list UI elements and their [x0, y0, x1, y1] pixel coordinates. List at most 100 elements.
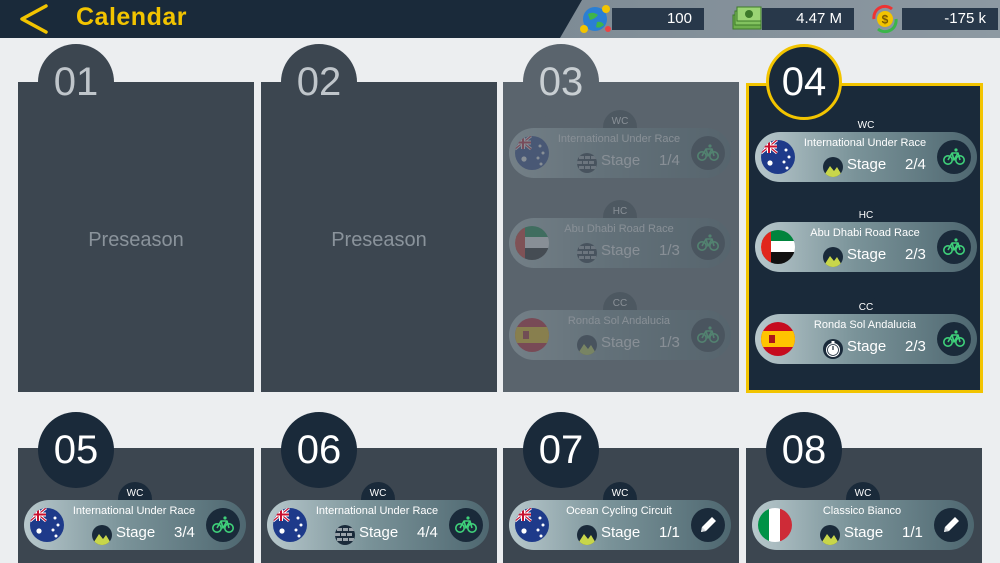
week-number: 01 [38, 44, 114, 120]
race-button[interactable] [206, 508, 240, 542]
cobbles-icon [577, 153, 597, 173]
race-name: International Under Race [803, 137, 927, 149]
race-name: International Under Race [72, 505, 196, 517]
stage-number: 1/3 [659, 334, 680, 351]
stage-label: Stage [359, 524, 399, 541]
week-number: 07 [523, 412, 599, 488]
fans-value: 100 [612, 8, 704, 30]
stage-number: 1/1 [659, 524, 680, 541]
uae-flag-icon [761, 230, 795, 264]
svg-text:$: $ [882, 13, 889, 27]
stopwatch-icon [823, 339, 843, 359]
race-name: Ronda Sol Andalucia [567, 315, 671, 327]
mountain-icon [577, 525, 597, 545]
spain-flag-icon [761, 322, 795, 356]
week-number: 03 [523, 44, 599, 120]
australia-flag-icon [515, 508, 549, 542]
stage-number: 3/4 [174, 524, 195, 541]
money-stack-icon [732, 6, 762, 30]
race-button[interactable] [937, 140, 971, 174]
race-name: Classico Bianco [822, 505, 902, 517]
stage-label: Stage [847, 338, 887, 355]
chevron-left-icon [20, 4, 48, 34]
race-name: International Under Race [557, 133, 681, 145]
stage-number: 2/3 [905, 338, 926, 355]
stage-label: Stage [847, 156, 887, 173]
stage-label: Stage [116, 524, 156, 541]
edit-button[interactable] [934, 508, 968, 542]
week-card-01[interactable]: Preseason [18, 82, 254, 392]
mountain-icon [577, 335, 597, 355]
week-card-03[interactable]: WC International Under Race Stage 1/4 HC… [503, 82, 739, 392]
stage-label: Stage [601, 334, 641, 351]
fans-globe-icon [580, 5, 611, 33]
page-title: Calendar [76, 3, 187, 31]
race-pill[interactable]: Abu Dhabi Road Race Stage 1/3 [509, 218, 731, 268]
cobbles-icon [577, 243, 597, 263]
race-button[interactable] [937, 230, 971, 264]
back-button[interactable] [16, 4, 50, 34]
race-pill[interactable]: Abu Dhabi Road Race Stage 2/3 [755, 222, 977, 272]
race-button[interactable] [691, 136, 725, 170]
week-card-04[interactable]: WC International Under Race Stage 2/4 HC… [746, 83, 983, 393]
stage-number: 4/4 [417, 524, 438, 541]
stage-label: Stage [601, 152, 641, 169]
italy-flag-icon [758, 508, 792, 542]
race-pill[interactable]: Ocean Cycling Circuit Stage 1/1 [509, 500, 731, 550]
race-pill[interactable]: International Under Race Stage 4/4 [267, 500, 489, 550]
australia-flag-icon [761, 140, 795, 174]
week-number: 08 [766, 412, 842, 488]
week-number: 04 [766, 44, 842, 120]
australia-flag-icon [30, 508, 64, 542]
stage-number: 1/3 [659, 242, 680, 259]
bike-icon [943, 330, 965, 347]
race-name: Ocean Cycling Circuit [566, 505, 672, 517]
stage-number: 2/4 [905, 156, 926, 173]
race-button[interactable] [691, 318, 725, 352]
mountain-icon [823, 157, 843, 177]
mountain-icon [823, 247, 843, 267]
week-card-02[interactable]: Preseason [261, 82, 497, 392]
stage-label: Stage [844, 524, 884, 541]
bike-icon [455, 516, 477, 533]
stage-number: 1/4 [659, 152, 680, 169]
race-pill[interactable]: International Under Race Stage 2/4 [755, 132, 977, 182]
stage-number: 1/1 [902, 524, 923, 541]
race-button[interactable] [449, 508, 483, 542]
edit-icon [701, 517, 716, 532]
race-pill[interactable]: International Under Race Stage 3/4 [24, 500, 246, 550]
stage-label: Stage [601, 242, 641, 259]
race-pill[interactable]: Ronda Sol Andalucia Stage 1/3 [509, 310, 731, 360]
bike-icon [697, 144, 719, 161]
race-name: Abu Dhabi Road Race [564, 223, 674, 235]
bike-icon [697, 326, 719, 343]
stage-label: Stage [601, 524, 641, 541]
balance-coin-icon: $ [872, 4, 898, 34]
edit-button[interactable] [691, 508, 725, 542]
balance-value: -175 k [902, 8, 998, 30]
race-pill[interactable]: Classico Bianco Stage 1/1 [752, 500, 974, 550]
race-pill[interactable]: Ronda Sol Andalucia Stage 2/3 [755, 314, 977, 364]
mountain-icon [820, 525, 840, 545]
edit-icon [944, 517, 959, 532]
race-name: International Under Race [315, 505, 439, 517]
week-number: 05 [38, 412, 114, 488]
stage-label: Stage [847, 246, 887, 263]
race-button[interactable] [937, 322, 971, 356]
race-name: Ronda Sol Andalucia [813, 319, 917, 331]
preseason-label: Preseason [88, 229, 184, 251]
bike-icon [697, 234, 719, 251]
bike-icon [943, 238, 965, 255]
bike-icon [943, 148, 965, 165]
money-value: 4.47 M [762, 8, 854, 30]
race-name: Abu Dhabi Road Race [810, 227, 920, 239]
week-number: 02 [281, 44, 357, 120]
stage-number: 2/3 [905, 246, 926, 263]
australia-flag-icon [273, 508, 307, 542]
race-button[interactable] [691, 226, 725, 260]
preseason-label: Preseason [331, 229, 427, 251]
race-pill[interactable]: International Under Race Stage 1/4 [509, 128, 731, 178]
mountain-icon [92, 525, 112, 545]
australia-flag-icon [515, 136, 549, 170]
bike-icon [212, 516, 234, 533]
